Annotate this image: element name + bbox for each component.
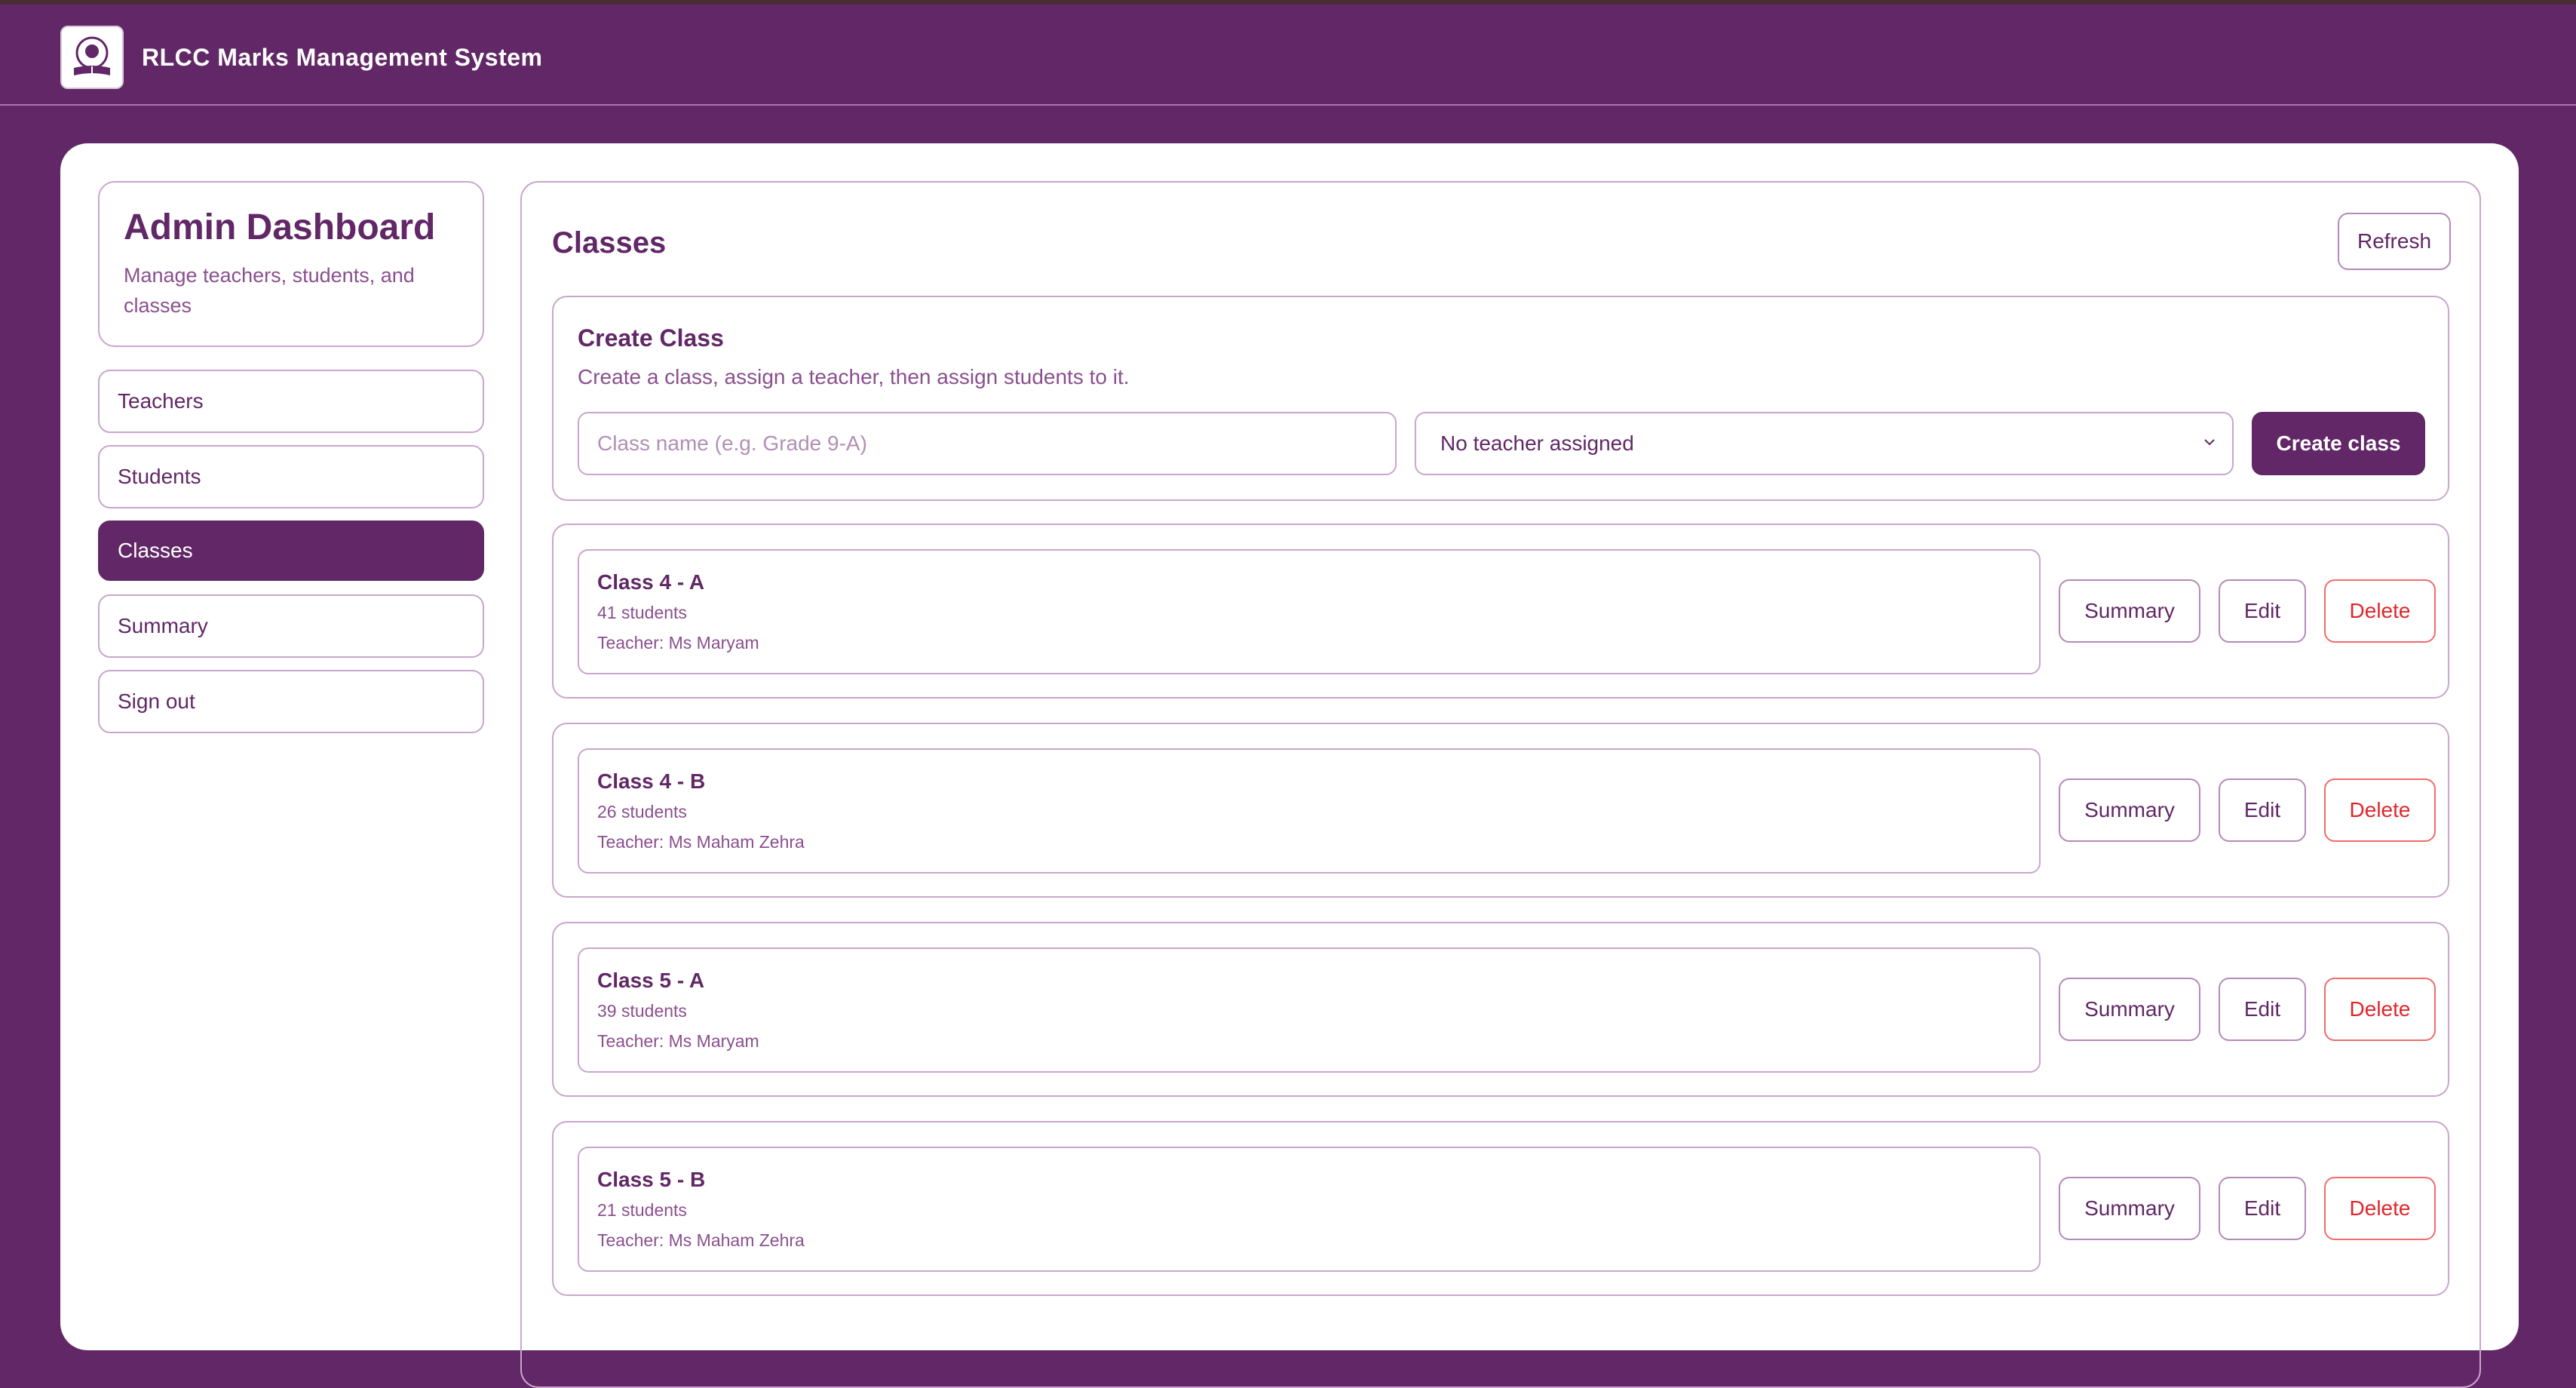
teacher-select-value: No teacher assigned (1440, 431, 1634, 455)
create-class-title: Create Class (578, 324, 724, 352)
class-name: Class 5 - B (597, 1168, 706, 1191)
summary-button[interactable]: Summary (2059, 1177, 2200, 1240)
class-name: Class 4 - B (597, 769, 706, 793)
class-info[interactable]: Class 5 - B 21 students Teacher: Ms Maha… (578, 1147, 2041, 1272)
page-title: Classes (552, 226, 667, 259)
class-name-input[interactable] (578, 412, 1397, 475)
class-student-count: 21 students (597, 1200, 687, 1220)
delete-button[interactable]: Delete (2324, 579, 2436, 643)
class-row: Class 5 - B 21 students Teacher: Ms Maha… (552, 1121, 2449, 1296)
class-info[interactable]: Class 5 - A 39 students Teacher: Ms Mary… (578, 947, 2041, 1073)
class-student-count: 26 students (597, 802, 687, 821)
class-student-count: 39 students (597, 1001, 687, 1021)
class-row: Class 4 - A 41 students Teacher: Ms Mary… (552, 524, 2449, 699)
sidebar-item-classes[interactable]: Classes (98, 520, 484, 581)
sidebar-item-teachers[interactable]: Teachers (98, 370, 484, 433)
edit-button[interactable]: Edit (2219, 978, 2306, 1041)
sidebar-header: Admin Dashboard Manage teachers, student… (98, 181, 484, 347)
sidebar-item-summary[interactable]: Summary (98, 594, 484, 658)
create-class-button[interactable]: Create class (2252, 412, 2425, 475)
class-info[interactable]: Class 4 - A 41 students Teacher: Ms Mary… (578, 549, 2041, 674)
class-row: Class 5 - A 39 students Teacher: Ms Mary… (552, 922, 2449, 1097)
delete-button[interactable]: Delete (2324, 1177, 2436, 1240)
edit-button[interactable]: Edit (2219, 579, 2306, 643)
create-class-description: Create a class, assign a teacher, then a… (578, 365, 1130, 388)
edit-button[interactable]: Edit (2219, 1177, 2306, 1240)
classes-panel: Classes Refresh Create Class Create a cl… (520, 181, 2481, 1388)
class-teacher: Teacher: Ms Maryam (597, 633, 759, 653)
teacher-select[interactable]: No teacher assigned (1415, 412, 2234, 475)
class-name: Class 4 - A (597, 570, 705, 594)
create-class-panel: Create Class Create a class, assign a te… (552, 296, 2449, 501)
sidebar-item-students[interactable]: Students (98, 445, 484, 508)
school-crest-icon (60, 26, 124, 89)
sidebar-title: Admin Dashboard (124, 207, 436, 247)
summary-button[interactable]: Summary (2059, 579, 2200, 643)
top-bar: RLCC Marks Management System (0, 0, 2576, 106)
refresh-button[interactable]: Refresh (2338, 213, 2451, 270)
class-teacher: Teacher: Ms Maham Zehra (597, 1230, 805, 1250)
main-card: Admin Dashboard Manage teachers, student… (60, 143, 2519, 1388)
edit-button[interactable]: Edit (2219, 778, 2306, 842)
delete-button[interactable]: Delete (2324, 778, 2436, 842)
class-student-count: 41 students (597, 603, 687, 622)
class-teacher: Teacher: Ms Maham Zehra (597, 832, 805, 852)
class-teacher: Teacher: Ms Maryam (597, 1031, 759, 1051)
class-row: Class 4 - B 26 students Teacher: Ms Maha… (552, 723, 2449, 898)
summary-button[interactable]: Summary (2059, 778, 2200, 842)
chevron-down-icon (2204, 439, 2215, 446)
app-title: RLCC Marks Management System (142, 44, 543, 71)
sidebar-item-sign-out[interactable]: Sign out (98, 670, 484, 733)
sidebar-subtitle: Manage teachers, students, and classes (124, 264, 415, 317)
class-info[interactable]: Class 4 - B 26 students Teacher: Ms Maha… (578, 748, 2041, 874)
summary-button[interactable]: Summary (2059, 978, 2200, 1041)
class-name: Class 5 - A (597, 969, 705, 992)
delete-button[interactable]: Delete (2324, 978, 2436, 1041)
